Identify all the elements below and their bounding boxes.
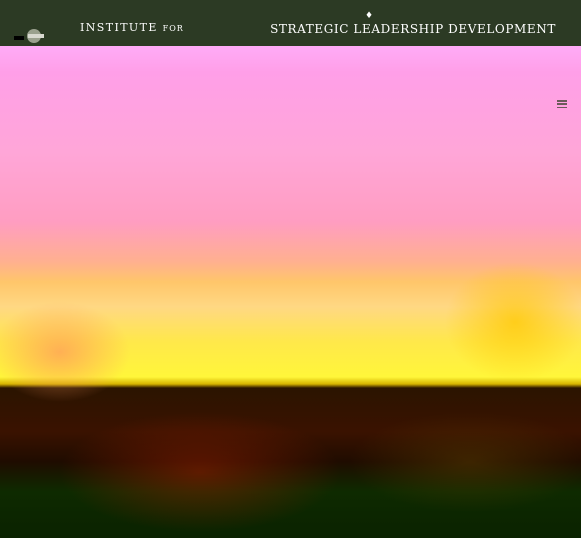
hero-image-overlay bbox=[0, 32, 581, 538]
org-name-line1: INSTITUTE bbox=[80, 21, 158, 34]
header-mark: ♦ bbox=[365, 11, 374, 21]
site-header: INSTITUTE FOR ♦ STRATEGIC LEADERSHIP DEV… bbox=[0, 0, 581, 46]
org-name[interactable]: INSTITUTE FOR bbox=[80, 22, 184, 35]
institute-logo-icon[interactable] bbox=[12, 24, 52, 46]
org-name-for: FOR bbox=[162, 24, 184, 33]
program-title[interactable]: STRATEGIC LEADERSHIP DEVELOPMENT bbox=[270, 22, 556, 36]
hamburger-menu-icon[interactable] bbox=[557, 100, 567, 108]
hero-image bbox=[0, 32, 581, 538]
